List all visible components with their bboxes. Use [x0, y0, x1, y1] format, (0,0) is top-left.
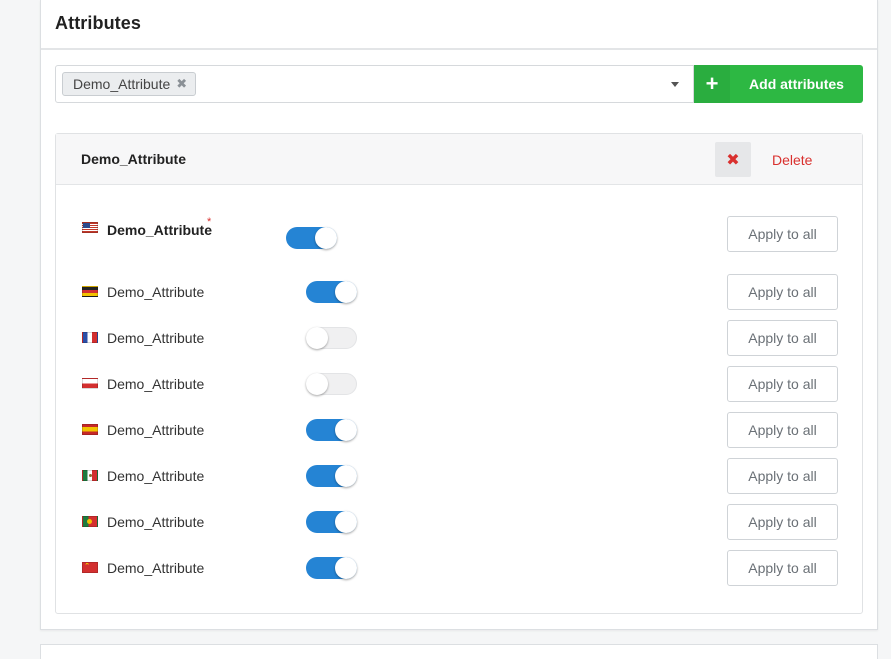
- required-marker: *: [207, 216, 212, 228]
- attribute-card-header: Demo_Attribute ✖ Delete: [56, 134, 862, 185]
- pl-flag-icon: [82, 378, 98, 389]
- enable-toggle[interactable]: [306, 373, 357, 395]
- add-attributes-label: Add attributes: [749, 76, 844, 92]
- panel-header: Attributes: [41, 0, 877, 50]
- apply-to-all-button[interactable]: Apply to all: [727, 366, 838, 402]
- enable-toggle[interactable]: [306, 557, 357, 579]
- attribute-card-title: Demo_Attribute: [81, 151, 187, 167]
- language-row: Demo_Attribute Apply to all: [56, 550, 862, 586]
- enable-toggle[interactable]: [306, 465, 357, 487]
- attribute-select[interactable]: Demo_Attribute ✖: [55, 65, 694, 103]
- us-flag-icon: [82, 222, 98, 233]
- toggle-knob: [335, 281, 357, 303]
- toggle-knob: [306, 327, 328, 349]
- language-row: Demo_Attribute Apply to all: [56, 412, 862, 448]
- language-row: Demo_Attribute Apply to all: [56, 320, 862, 356]
- row-label: Demo_Attribute: [107, 514, 205, 530]
- delete-button[interactable]: Delete: [772, 152, 812, 168]
- apply-to-all-button[interactable]: Apply to all: [727, 412, 838, 448]
- apply-to-all-button[interactable]: Apply to all: [727, 504, 838, 540]
- cn-flag-icon: [82, 562, 98, 573]
- remove-chip-icon[interactable]: ✖: [176, 76, 187, 92]
- row-label: Demo_Attribute: [107, 330, 205, 346]
- apply-to-all-button[interactable]: Apply to all: [727, 320, 838, 356]
- apply-to-all-button[interactable]: Apply to all: [727, 216, 838, 252]
- attribute-select-row: Demo_Attribute ✖ + Add attributes: [55, 65, 864, 103]
- plus-icon: +: [694, 65, 730, 103]
- language-row: Demo_Attribute * Apply to all: [56, 216, 862, 252]
- add-attributes-button[interactable]: + Add attributes: [694, 65, 863, 103]
- row-label: Demo_Attribute: [107, 468, 205, 484]
- toggle-knob: [335, 511, 357, 533]
- de-flag-icon: [82, 286, 98, 297]
- apply-to-all-button[interactable]: Apply to all: [727, 274, 838, 310]
- apply-to-all-button[interactable]: Apply to all: [727, 550, 838, 586]
- attributes-panel: Attributes Demo_Attribute ✖ + Add attrib…: [40, 0, 878, 630]
- toggle-knob: [306, 373, 328, 395]
- pt-flag-icon: [82, 516, 98, 527]
- mx-flag-icon: [82, 470, 98, 481]
- language-row: Demo_Attribute Apply to all: [56, 504, 862, 540]
- attribute-card: Demo_Attribute ✖ Delete Demo_Attribute *…: [55, 133, 863, 614]
- enable-toggle[interactable]: [306, 327, 357, 349]
- panel-title: Attributes: [55, 13, 141, 33]
- fr-flag-icon: [82, 332, 98, 343]
- toggle-knob: [335, 465, 357, 487]
- enable-toggle[interactable]: [286, 227, 337, 249]
- selected-attribute-chip: Demo_Attribute ✖: [62, 72, 197, 96]
- language-row: Demo_Attribute Apply to all: [56, 274, 862, 310]
- language-row: Demo_Attribute Apply to all: [56, 458, 862, 494]
- enable-toggle[interactable]: [306, 281, 357, 303]
- chip-label: Demo_Attribute: [73, 76, 171, 92]
- es-flag-icon: [82, 424, 98, 435]
- row-label: Demo_Attribute: [107, 222, 213, 238]
- enable-toggle[interactable]: [306, 511, 357, 533]
- row-label: Demo_Attribute: [107, 376, 205, 392]
- language-row: Demo_Attribute Apply to all: [56, 366, 862, 402]
- next-panel: [40, 644, 878, 659]
- toggle-knob: [335, 557, 357, 579]
- delete-icon[interactable]: ✖: [715, 142, 751, 177]
- dropdown-caret-icon[interactable]: [671, 82, 679, 87]
- row-label: Demo_Attribute: [107, 284, 205, 300]
- toggle-knob: [335, 419, 357, 441]
- row-label: Demo_Attribute: [107, 560, 205, 576]
- apply-to-all-button[interactable]: Apply to all: [727, 458, 838, 494]
- enable-toggle[interactable]: [306, 419, 357, 441]
- toggle-knob: [315, 227, 337, 249]
- row-label: Demo_Attribute: [107, 422, 205, 438]
